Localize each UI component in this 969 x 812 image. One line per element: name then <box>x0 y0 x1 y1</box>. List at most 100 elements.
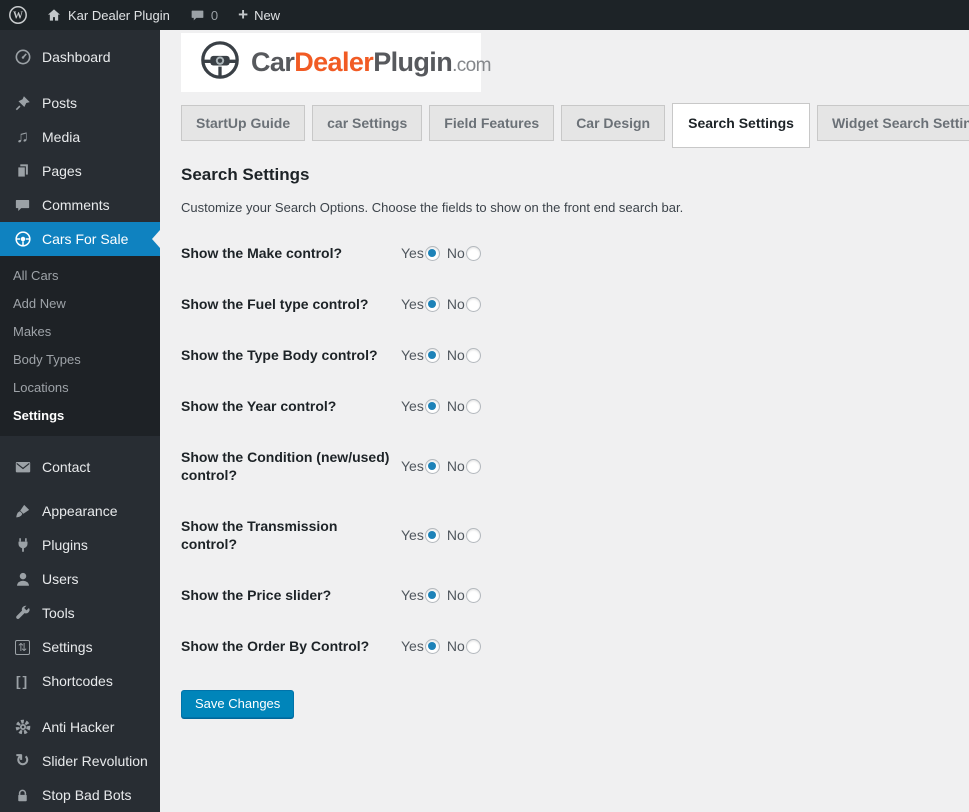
setting-label: Show the Price slider? <box>181 587 332 603</box>
wordpress-logo-icon[interactable]: W <box>0 0 36 30</box>
logo-steering-wheel-icon <box>198 38 242 87</box>
plugin-logo: CarDealerPlugin.com <box>181 33 491 92</box>
radio-selected-icon[interactable] <box>424 638 440 654</box>
site-menu[interactable]: Kar Dealer Plugin <box>36 0 180 30</box>
admin-bar: W Kar Dealer Plugin 0 + New <box>0 0 969 30</box>
user-icon <box>13 570 32 589</box>
radio-selected-icon[interactable] <box>424 458 440 474</box>
radio-selected-icon[interactable] <box>424 245 440 261</box>
radio-unselected-icon[interactable] <box>465 398 481 414</box>
submenu-all-cars[interactable]: All Cars <box>0 262 160 290</box>
radio-selected-icon[interactable] <box>424 296 440 312</box>
radio-selected-icon[interactable] <box>424 527 440 543</box>
no-radio-option[interactable]: No <box>447 458 481 474</box>
radio-unselected-icon[interactable] <box>465 638 481 654</box>
sidebar-item-media[interactable]: ♫ Media <box>0 120 160 154</box>
refresh-icon: ↻ <box>15 751 30 770</box>
setting-row-condition: Show the Condition (new/used) control? Y… <box>181 448 969 484</box>
comments-icon <box>13 196 32 215</box>
sidebar-item-tools[interactable]: Tools <box>0 596 160 630</box>
sidebar-item-users[interactable]: Users <box>0 562 160 596</box>
setting-label: Show the Year control? <box>181 398 337 414</box>
tab-car-settings[interactable]: car Settings <box>312 105 423 141</box>
yes-radio-option[interactable]: Yes <box>401 458 440 474</box>
no-radio-option[interactable]: No <box>447 347 481 363</box>
yes-radio-option[interactable]: Yes <box>401 347 440 363</box>
submenu-locations[interactable]: Locations <box>0 374 160 402</box>
save-changes-button[interactable]: Save Changes <box>181 690 295 718</box>
brackets-icon: [] <box>15 673 30 689</box>
logo-text: CarDealerPlugin.com <box>251 47 491 77</box>
radio-unselected-icon[interactable] <box>465 527 481 543</box>
sidebar-item-appearance[interactable]: Appearance <box>0 494 160 528</box>
no-radio-option[interactable]: No <box>447 398 481 414</box>
svg-text:W: W <box>13 11 23 22</box>
setting-label: Show the Type Body control? <box>181 347 378 363</box>
sliders-icon: ⇅ <box>13 638 32 657</box>
setting-label: Show the Fuel type control? <box>181 296 369 312</box>
submenu-makes[interactable]: Makes <box>0 318 160 346</box>
gear-icon <box>13 718 32 737</box>
sidebar-item-anti-hacker[interactable]: Anti Hacker <box>0 710 160 744</box>
tab-field-features[interactable]: Field Features <box>429 105 555 141</box>
yes-radio-option[interactable]: Yes <box>401 245 440 261</box>
submenu-add-new[interactable]: Add New <box>0 290 160 318</box>
sidebar-item-pages[interactable]: Pages <box>0 154 160 188</box>
no-radio-option[interactable]: No <box>447 245 481 261</box>
setting-row-year: Show the Year control? Yes No <box>181 397 969 415</box>
tab-car-design[interactable]: Car Design <box>561 105 666 141</box>
page-title: Search Settings <box>181 165 310 184</box>
radio-unselected-icon[interactable] <box>465 245 481 261</box>
radio-unselected-icon[interactable] <box>465 458 481 474</box>
pages-icon <box>13 162 32 181</box>
radio-selected-icon[interactable] <box>424 587 440 603</box>
radio-selected-icon[interactable] <box>424 347 440 363</box>
no-radio-option[interactable]: No <box>447 296 481 312</box>
no-radio-option[interactable]: No <box>447 587 481 603</box>
tab-startup-guide[interactable]: StartUp Guide <box>181 105 306 141</box>
sidebar-item-contact[interactable]: Contact <box>0 450 160 484</box>
sidebar-item-shortcodes[interactable]: [] Shortcodes <box>0 664 160 698</box>
yes-radio-option[interactable]: Yes <box>401 296 440 312</box>
setting-label: Show the Make control? <box>181 245 343 261</box>
setting-row-make: Show the Make control? Yes No <box>181 244 969 262</box>
site-name: Kar Dealer Plugin <box>68 7 170 23</box>
comments-menu[interactable]: 0 <box>180 0 228 30</box>
sidebar-item-dashboard[interactable]: Dashboard <box>0 40 160 74</box>
sidebar-item-stop-bad-bots[interactable]: Stop Bad Bots <box>0 778 160 812</box>
dashboard-icon <box>13 48 32 67</box>
sidebar-item-plugins[interactable]: Plugins <box>0 528 160 562</box>
radio-selected-icon[interactable] <box>424 398 440 414</box>
yes-radio-option[interactable]: Yes <box>401 587 440 603</box>
sidebar-item-cars-for-sale[interactable]: Cars For Sale <box>0 222 160 256</box>
setting-label: Show the Condition (new/used) control? <box>181 449 390 483</box>
comment-count: 0 <box>210 7 219 23</box>
comment-bubble-icon <box>190 8 205 23</box>
setting-label: Show the Order By Control? <box>181 638 370 654</box>
setting-row-type-body: Show the Type Body control? Yes No <box>181 346 969 364</box>
home-icon <box>46 7 62 23</box>
sidebar-item-posts[interactable]: Posts <box>0 86 160 120</box>
yes-radio-option[interactable]: Yes <box>401 398 440 414</box>
steering-wheel-icon <box>13 230 32 249</box>
wrench-icon <box>13 604 32 623</box>
yes-radio-option[interactable]: Yes <box>401 527 440 543</box>
radio-unselected-icon[interactable] <box>465 587 481 603</box>
no-radio-option[interactable]: No <box>447 527 481 543</box>
submenu-body-types[interactable]: Body Types <box>0 346 160 374</box>
tab-search-settings[interactable]: Search Settings <box>672 103 810 148</box>
plug-icon <box>13 536 32 555</box>
yes-radio-option[interactable]: Yes <box>401 638 440 654</box>
setting-row-transmission: Show the Transmission control? Yes No <box>181 517 969 553</box>
sidebar-item-slider-revolution[interactable]: ↻ Slider Revolution <box>0 744 160 778</box>
tab-widget-search-settings[interactable]: Widget Search Settings <box>816 105 969 141</box>
sidebar-item-comments[interactable]: Comments <box>0 188 160 222</box>
radio-unselected-icon[interactable] <box>465 296 481 312</box>
new-label: New <box>254 7 281 23</box>
sidebar-item-settings[interactable]: ⇅ Settings <box>0 630 160 664</box>
no-radio-option[interactable]: No <box>447 638 481 654</box>
submenu-settings[interactable]: Settings <box>0 402 160 430</box>
new-menu[interactable]: + New <box>228 0 290 30</box>
radio-unselected-icon[interactable] <box>465 347 481 363</box>
settings-tabs: StartUp Guide car Settings Field Feature… <box>181 103 969 148</box>
